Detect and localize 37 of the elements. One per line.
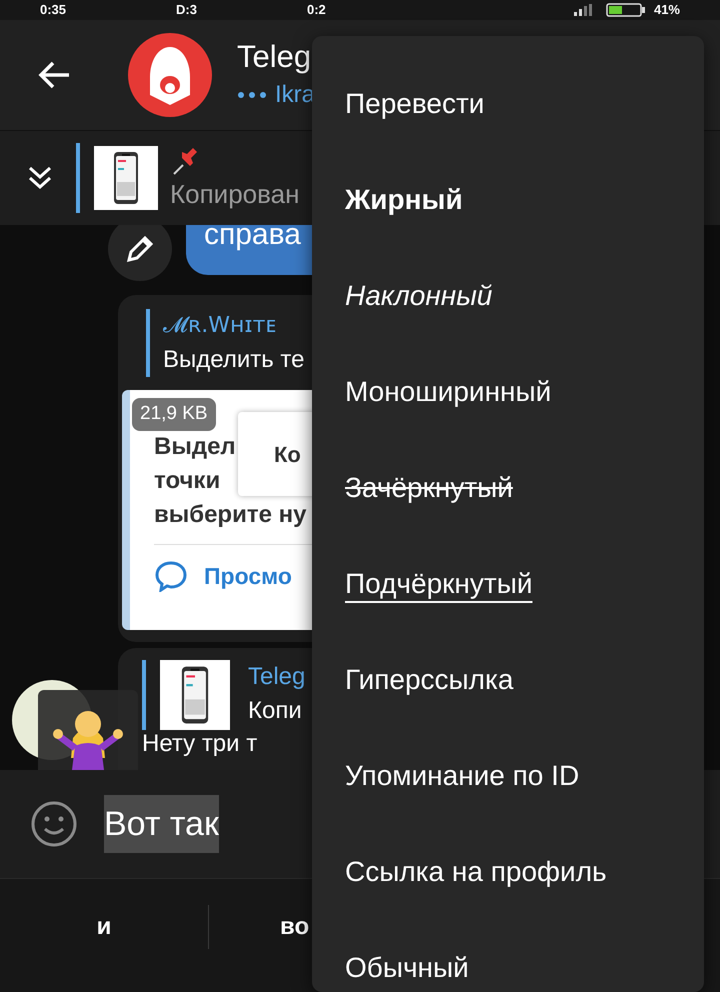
message-text: справа [204,225,301,251]
screenshot-text: Выдел [154,432,236,462]
reply-author: Teleg [248,662,306,692]
menu-item[interactable]: Наклонный [312,248,704,344]
menu-item[interactable]: Жирный [312,152,704,248]
reply-text: Выделить те [163,345,304,375]
menu-item[interactable]: Ссылка на профиль [312,824,704,920]
menu-item[interactable]: Подчёркнутый [312,536,704,632]
reply-text: Копи [248,696,303,726]
suggestion[interactable]: и [0,902,208,952]
back-icon[interactable] [36,60,72,90]
status-time: 0:35 [40,1,66,19]
chat-title: Teleg [237,38,312,76]
menu-item[interactable]: Обычный [312,920,704,992]
menu-item[interactable]: Перевести [312,56,704,152]
pinned-text: Копирован [170,178,300,210]
edit-button[interactable] [108,225,172,281]
channel-avatar[interactable] [128,33,212,117]
screenshot-text: выберите ну [154,500,306,530]
battery-percent: 41% [654,1,680,19]
message-text: Нету три т [142,730,258,758]
menu-item[interactable]: Упоминание по ID [312,728,704,824]
chevrons-down-icon[interactable] [28,165,52,191]
screenshot-text: точки [154,466,220,496]
selected-text: Вот так [104,795,219,853]
comment-icon [154,560,188,592]
status-text: D:3 [176,1,197,19]
suggestion[interactable]: во [209,902,309,952]
pencil-icon [125,234,155,264]
size-badge: 21,9 KB [132,398,216,430]
menu-item[interactable]: Гиперссылка [312,632,704,728]
typing-icon [237,91,267,99]
emoji-icon[interactable] [30,800,78,848]
status-text: 0:2 [306,1,326,19]
reply-author: 𝓜ʀ.Wʜɪᴛᴇ [163,312,278,340]
emoji-suggestion[interactable] [38,690,138,770]
battery-icon [606,3,646,17]
